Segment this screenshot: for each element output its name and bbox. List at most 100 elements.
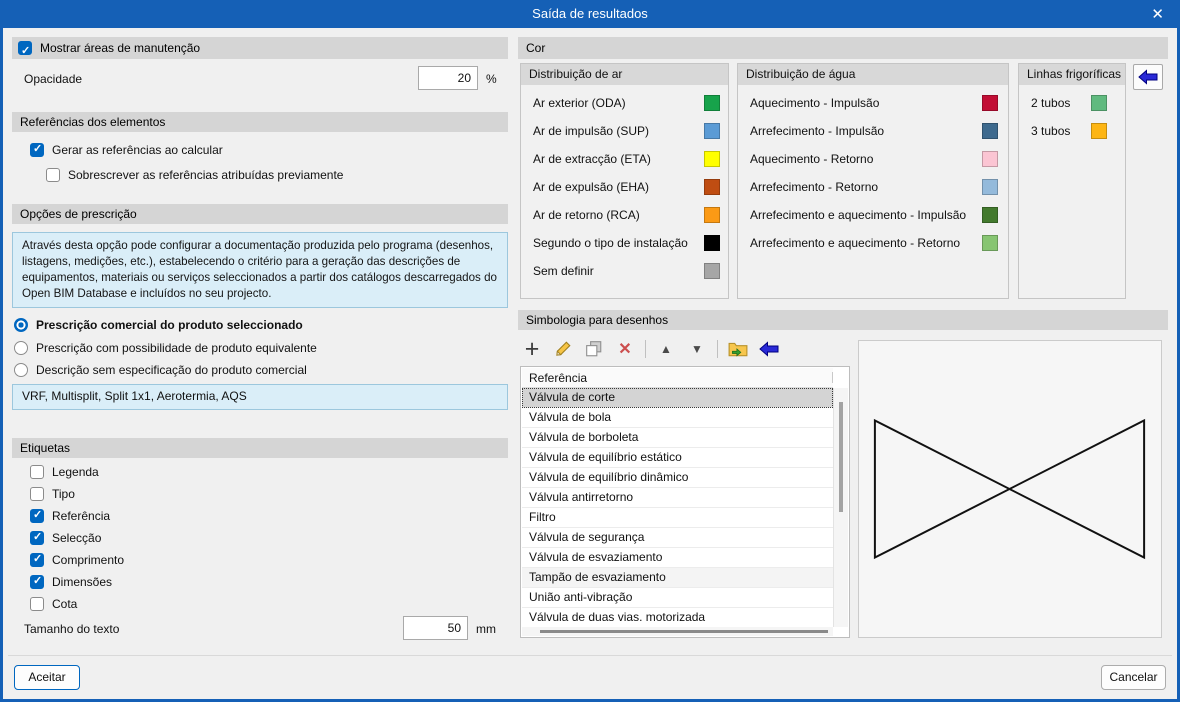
water-distribution-title: Distribuição de água — [738, 64, 1008, 85]
color-swatch-rca[interactable] — [704, 207, 720, 223]
close-icon[interactable]: ✕ — [1151, 5, 1164, 23]
list-item[interactable]: Válvula de borboleta — [522, 428, 833, 448]
color-swatch-by-installation[interactable] — [704, 235, 720, 251]
generate-references-checkbox[interactable] — [30, 142, 44, 157]
list-item[interactable]: Válvula de bola — [522, 408, 833, 428]
prescription-value-box: VRF, Multisplit, Split 1x1, Aerotermia, … — [12, 384, 508, 410]
section-labels-header: Etiquetas — [12, 438, 508, 458]
duplicate-icon[interactable] — [583, 337, 605, 361]
checkbox-comprimento[interactable] — [30, 552, 44, 567]
label-row: Legenda — [30, 463, 99, 481]
cancel-button[interactable]: Cancelar — [1101, 665, 1166, 690]
color-swatch-both-return[interactable] — [982, 235, 998, 251]
accept-button[interactable]: Aceitar — [14, 665, 80, 690]
air-undefined-label: Sem definir — [533, 264, 594, 278]
checkbox-dimensoes[interactable] — [30, 574, 44, 589]
section-labels-title: Etiquetas — [20, 441, 71, 455]
horizontal-scrollbar-thumb[interactable] — [540, 630, 828, 633]
color-swatch-undefined[interactable] — [704, 263, 720, 279]
checkbox-tipo[interactable] — [30, 487, 44, 501]
list-item[interactable]: União anti-vibração — [522, 588, 833, 608]
vertical-scrollbar-thumb[interactable] — [839, 402, 843, 512]
color-swatch-eta[interactable] — [704, 151, 720, 167]
air-distribution-title: Distribuição de ar — [521, 64, 728, 85]
label-row: Comprimento — [30, 551, 124, 569]
checkbox-seleccao[interactable] — [30, 530, 44, 545]
list-item[interactable]: Válvula de corte — [522, 388, 833, 408]
label-row: Selecção — [30, 529, 101, 547]
restore-symbology-arrow-icon[interactable] — [758, 337, 780, 361]
generate-references-label: Gerar as referências ao calcular — [52, 143, 223, 157]
section-prescription-header: Opções de prescrição — [12, 204, 508, 224]
color-row: Ar de impulsão (SUP) — [521, 122, 728, 140]
color-row: Arrefecimento e aquecimento - Retorno — [738, 234, 1008, 252]
symbol-preview-panel — [858, 340, 1162, 638]
restore-arrow-icon — [1138, 69, 1158, 85]
edit-icon[interactable] — [552, 337, 574, 361]
opacity-input[interactable] — [418, 66, 478, 90]
footer-separator — [8, 655, 1172, 656]
color-swatch-eha[interactable] — [704, 179, 720, 195]
color-swatch-cool-return[interactable] — [982, 179, 998, 195]
move-up-icon[interactable] — [655, 337, 677, 361]
opacity-unit: % — [486, 72, 497, 86]
list-item[interactable]: Válvula de equilíbrio dinâmico — [522, 468, 833, 488]
checkbox-tipo-label: Tipo — [52, 487, 75, 501]
overwrite-references-checkbox[interactable] — [46, 168, 60, 182]
water-heat-return-label: Aquecimento - Retorno — [750, 152, 874, 166]
color-swatch-cool-supply[interactable] — [982, 123, 998, 139]
restore-colors-button[interactable] — [1133, 64, 1163, 90]
delete-icon[interactable] — [614, 337, 636, 361]
checkbox-legenda-label: Legenda — [52, 465, 99, 479]
import-folder-icon[interactable] — [727, 337, 749, 361]
checkbox-referencia[interactable] — [30, 508, 44, 523]
color-swatch-sup[interactable] — [704, 123, 720, 139]
color-swatch-heat-supply[interactable] — [982, 95, 998, 111]
radio-commercial-prescription[interactable] — [14, 318, 28, 332]
list-item[interactable]: Válvula de esvaziamento — [522, 548, 833, 568]
section-references-title: Referências dos elementos — [20, 115, 166, 129]
water-both-return-label: Arrefecimento e aquecimento - Retorno — [750, 236, 961, 250]
prescription-option-row: Descrição sem especificação do produto c… — [14, 361, 307, 379]
color-swatch-three-pipes[interactable] — [1091, 123, 1107, 139]
list-item[interactable]: Válvula antirretorno — [522, 488, 833, 508]
label-row: Tipo — [30, 485, 75, 503]
checkbox-legenda[interactable] — [30, 465, 44, 479]
horizontal-scrollbar[interactable] — [522, 627, 833, 636]
water-heat-supply-label: Aquecimento - Impulsão — [750, 96, 880, 110]
air-by-installation-label: Segundo o tipo de instalação — [533, 236, 688, 250]
dialog-title: Saída de resultados — [532, 6, 648, 21]
list-item[interactable]: Válvula de segurança — [522, 528, 833, 548]
label-row: Dimensões — [30, 573, 112, 591]
text-size-label: Tamanho do texto — [24, 622, 120, 636]
add-icon[interactable] — [521, 337, 543, 361]
prescription-option-row: Prescrição comercial do produto seleccio… — [14, 316, 303, 334]
color-swatch-both-supply[interactable] — [982, 207, 998, 223]
air-rca-label: Ar de retorno (RCA) — [533, 208, 640, 222]
checkbox-comprimento-label: Comprimento — [52, 553, 125, 567]
color-row: Sem definir — [521, 262, 728, 280]
valve-symbol — [873, 418, 1146, 560]
vertical-scrollbar[interactable] — [833, 388, 848, 627]
radio-equivalent-product[interactable] — [14, 341, 28, 355]
radio-no-commercial-spec-label: Descrição sem especificação do produto c… — [36, 363, 307, 377]
color-swatch-oda[interactable] — [704, 95, 720, 111]
refrigerant-lines-title: Linhas frigoríficas — [1019, 64, 1125, 85]
section-symbology-title: Simbologia para desenhos — [526, 313, 669, 327]
color-row: Ar exterior (ODA) — [521, 94, 728, 112]
move-down-icon[interactable] — [686, 337, 708, 361]
radio-no-commercial-spec[interactable] — [14, 363, 28, 377]
list-item[interactable]: Válvula de duas vias. motorizada — [522, 608, 833, 628]
titlebar: Saída de resultados ✕ — [0, 0, 1180, 28]
text-size-unit: mm — [476, 622, 496, 636]
list-item[interactable]: Válvula de equilíbrio estático — [522, 448, 833, 468]
text-size-input[interactable] — [403, 616, 468, 640]
list-item[interactable]: Filtro — [522, 508, 833, 528]
checkbox-cota[interactable] — [30, 597, 44, 611]
prescription-option-row: Prescrição com possibilidade de produto … — [14, 339, 317, 357]
color-row: Arrefecimento - Retorno — [738, 178, 1008, 196]
list-item[interactable]: Tampão de esvaziamento — [522, 568, 833, 588]
color-swatch-heat-return[interactable] — [982, 151, 998, 167]
maintenance-checkbox[interactable] — [18, 40, 32, 62]
color-swatch-two-pipes[interactable] — [1091, 95, 1107, 111]
